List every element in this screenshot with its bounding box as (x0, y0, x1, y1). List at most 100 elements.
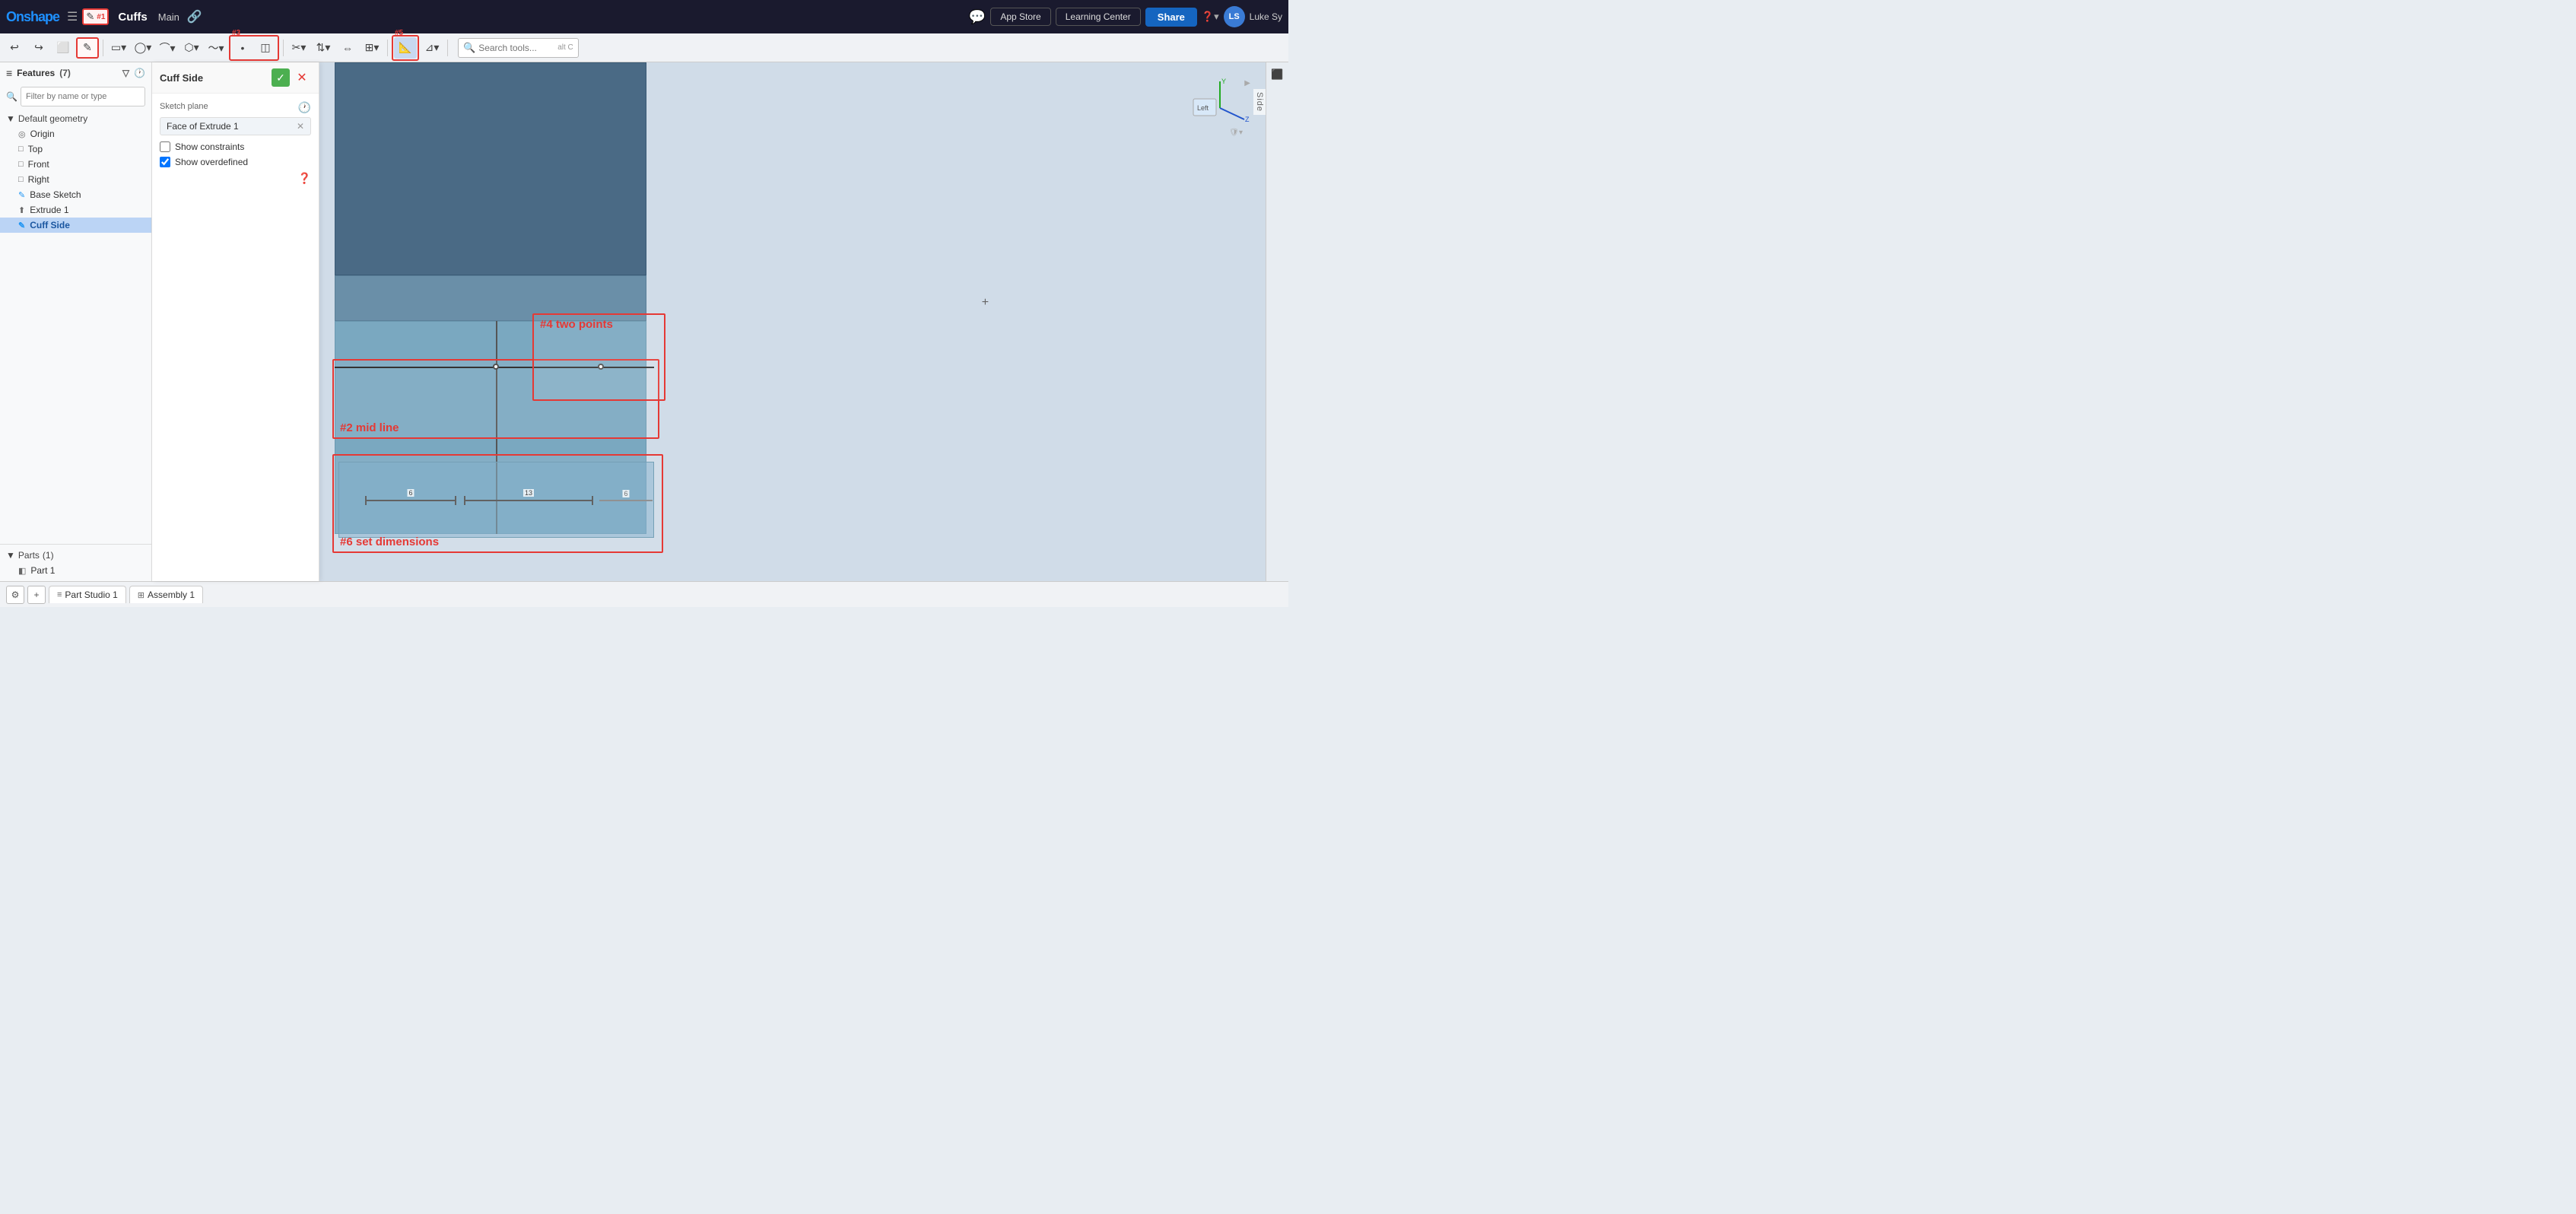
tree-section-parts[interactable]: ▼ Parts (1) (0, 548, 151, 563)
clock-icon[interactable]: 🕐 (298, 101, 311, 114)
tab-assembly[interactable]: ⊞ Assembly 1 (129, 586, 203, 603)
annotation-box-4: #4 two points (532, 313, 665, 401)
doc-link-icon: 🔗 (187, 9, 202, 24)
polygon-button[interactable]: ⬡▾ (180, 37, 203, 59)
tree-item-label: Origin (30, 129, 55, 139)
constrain-button[interactable]: ⊿▾ (421, 37, 443, 59)
filter-icon[interactable]: ▽ (122, 68, 129, 78)
hamburger-menu[interactable]: ☰ (67, 9, 78, 24)
sketch-panel: Cuff Side ✓ ✕ Sketch plane 🕐 Face of Ext… (152, 62, 319, 581)
plane-icon: □ (18, 175, 24, 184)
show-overdefined-row: Show overdefined (160, 157, 311, 167)
tree-item-right[interactable]: □ Right (0, 172, 151, 187)
model-top-block (335, 62, 646, 275)
arc-button[interactable]: ⌒▾ (156, 37, 179, 59)
transform-button[interactable]: ⇅▾ (312, 37, 335, 59)
undo-button[interactable]: ↩ (3, 37, 26, 59)
view-arrow-right: ▶ (1244, 79, 1250, 87)
tree-item-part-1[interactable]: ◧ Part 1 (0, 563, 151, 578)
features-icon: ≡ (6, 67, 12, 79)
show-constraints-checkbox[interactable] (160, 141, 170, 152)
user-avatar[interactable]: LS (1224, 6, 1245, 27)
tree-item-label: Right (28, 174, 49, 185)
sketch-line-button[interactable]: ✎ (76, 37, 99, 59)
main-area: ≡ Features (7) ▽ 🕐 🔍 ▼ Default geometry … (0, 62, 1288, 581)
show-constraints-label[interactable]: Show constraints (175, 141, 244, 152)
cross-cursor: + (982, 296, 989, 310)
tree-item-front[interactable]: □ Front (0, 157, 151, 172)
annotation-label-6: #6 set dimensions (337, 534, 442, 550)
toolbar: ↩ ↪ ⬜ ✎ ▭▾ ◯▾ ⌒▾ ⬡▾ 〜▾ #3 • ◫ ✂▾ ⇅▾ ⇔ ⊞▾… (0, 33, 1288, 62)
tree-section-default-geometry[interactable]: ▼ Default geometry (0, 111, 151, 126)
trim-button[interactable]: ✂▾ (287, 37, 310, 59)
filter-input-wrap (21, 87, 145, 106)
bottom-bar: ⚙ + ≡ Part Studio 1 ⊞ Assembly 1 (0, 581, 1288, 607)
sketch-panel-header: Cuff Side ✓ ✕ (152, 62, 319, 94)
parts-label: Parts (18, 550, 40, 561)
sketch-panel-title: Cuff Side (160, 72, 203, 84)
tree-item-top[interactable]: □ Top (0, 141, 151, 157)
clear-plane-button[interactable]: ✕ (297, 121, 304, 132)
user-initials: LS (1229, 12, 1240, 21)
tree-item-origin[interactable]: ◎ Origin (0, 126, 151, 141)
tree-item-base-sketch[interactable]: ✎ Base Sketch (0, 187, 151, 202)
share-button[interactable]: Share (1145, 8, 1197, 27)
tree-item-cuff-side[interactable]: ✎ Cuff Side (0, 218, 151, 233)
viewport[interactable]: Side 6 (319, 62, 1266, 581)
show-constraints-row: Show constraints (160, 141, 311, 152)
sketch-plane-field[interactable]: Face of Extrude 1 ✕ (160, 117, 311, 135)
toolbar-separator-2 (283, 40, 284, 56)
help-icon[interactable]: ❓ (298, 172, 311, 184)
learning-center-button[interactable]: Learning Center (1056, 8, 1141, 26)
svg-text:Left: Left (1197, 104, 1209, 112)
redo-button[interactable]: ↪ (27, 37, 50, 59)
message-icon[interactable]: 💬 (969, 9, 986, 25)
rs-box-icon[interactable]: ⬛ (1269, 65, 1287, 84)
copy-button[interactable]: ⬜ (52, 37, 75, 59)
tab-assembly-label: Assembly 1 (148, 590, 195, 600)
circle-button[interactable]: ◯▾ (132, 37, 154, 59)
origin-icon: ◎ (18, 129, 26, 139)
document-title: Cuffs (118, 11, 147, 24)
sketch-cancel-button[interactable]: ✕ (293, 68, 311, 87)
show-overdefined-label[interactable]: Show overdefined (175, 157, 248, 167)
pattern-button[interactable]: ⊞▾ (361, 37, 383, 59)
point-button[interactable]: • (231, 37, 254, 59)
tree-item-extrude-1[interactable]: ⬆ Extrude 1 (0, 202, 151, 218)
appstore-button[interactable]: App Store (990, 8, 1050, 26)
toolbar-separator-4 (447, 40, 448, 56)
rect-button[interactable]: ▭▾ (107, 37, 130, 59)
show-overdefined-checkbox[interactable] (160, 157, 170, 167)
annotation-box-6: #6 set dimensions (332, 454, 663, 553)
search-input[interactable] (478, 43, 554, 53)
search-shortcut: alt C (557, 43, 573, 52)
construction-button[interactable]: ◫ (254, 37, 277, 59)
main-tab[interactable]: Main (158, 11, 179, 23)
model-area: Side 6 (319, 62, 1266, 581)
spline-button[interactable]: 〜▾ (205, 37, 227, 59)
sketch-active-icon: ✎ (18, 221, 25, 230)
annotation-label-2: #2 mid line (337, 420, 402, 436)
history-icon[interactable]: 🕐 (134, 68, 145, 78)
search-toolbar: 🔍 alt C (458, 38, 579, 58)
sketch-panel-body: Sketch plane 🕐 Face of Extrude 1 ✕ Show … (152, 94, 319, 192)
features-count: (7) (59, 68, 71, 78)
nav-cube[interactable]: Y Z Left ▶ 🛡▾ (1190, 78, 1250, 138)
sketch-plane-label: Sketch plane (160, 102, 208, 111)
tree-item-label: Extrude 1 (30, 205, 68, 215)
view-shield-icon[interactable]: 🛡▾ (1229, 129, 1243, 137)
filter-row: 🔍 (0, 84, 151, 110)
parts-count: (1) (43, 550, 54, 561)
dimension-button[interactable]: 📐 (394, 37, 417, 59)
svg-text:Z: Z (1245, 116, 1250, 123)
filter-input[interactable] (26, 92, 140, 101)
chevron-icon: ▼ (6, 113, 15, 124)
sketch-icon: ✎ (18, 190, 25, 200)
sketch-ok-button[interactable]: ✓ (272, 68, 290, 87)
add-tab-button[interactable]: + (27, 586, 46, 604)
features-header: ≡ Features (7) ▽ 🕐 (0, 62, 151, 84)
tab-part-studio[interactable]: ≡ Part Studio 1 (49, 586, 126, 603)
help-button[interactable]: ❓▾ (1202, 11, 1219, 23)
mirror-button[interactable]: ⇔ (336, 37, 359, 59)
settings-button[interactable]: ⚙ (6, 586, 24, 604)
